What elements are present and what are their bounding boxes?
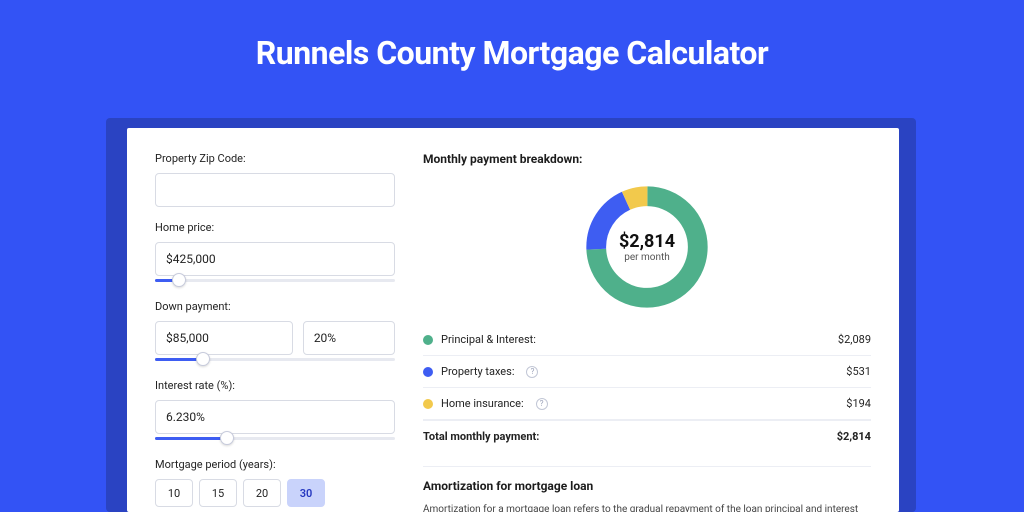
home-price-label: Home price: (155, 221, 395, 234)
breakdown-heading: Monthly payment breakdown: (423, 152, 871, 166)
zip-label: Property Zip Code: (155, 152, 395, 165)
donut-sub: per month (624, 252, 670, 263)
donut-wrap: $2,814 per month (423, 176, 871, 324)
period-label: Mortgage period (years): (155, 458, 395, 471)
donut-amount: $2,814 (619, 231, 675, 252)
amortization-section: Amortization for mortgage loan Amortizat… (423, 466, 871, 512)
legend-row-insurance: Home insurance: ? $194 (423, 388, 871, 420)
total-value: $2,814 (837, 430, 871, 443)
legend-row-total: Total monthly payment: $2,814 (423, 420, 871, 452)
slider-thumb[interactable] (172, 273, 186, 287)
slider-thumb[interactable] (196, 352, 210, 366)
swatch-icon (423, 367, 433, 377)
period-15-button[interactable]: 15 (199, 479, 237, 507)
legend-label: Home insurance: (441, 397, 524, 410)
period-20-button[interactable]: 20 (243, 479, 281, 507)
legend-row-taxes: Property taxes: ? $531 (423, 356, 871, 388)
info-icon[interactable]: ? (536, 398, 548, 410)
zip-input[interactable] (155, 173, 395, 207)
period-30-button[interactable]: 30 (287, 479, 325, 507)
amort-heading: Amortization for mortgage loan (423, 479, 871, 493)
period-field: Mortgage period (years): 10 15 20 30 (155, 458, 395, 507)
form-left: Property Zip Code: Home price: Down paym… (155, 152, 395, 512)
slider-thumb[interactable] (220, 431, 234, 445)
legend-row-principal: Principal & Interest: $2,089 (423, 324, 871, 356)
breakdown-right: Monthly payment breakdown: $2,814 per mo… (423, 152, 871, 512)
home-price-input[interactable] (155, 242, 395, 276)
swatch-icon (423, 335, 433, 345)
payment-donut-chart: $2,814 per month (580, 180, 714, 314)
zip-field: Property Zip Code: (155, 152, 395, 207)
legend-label: Property taxes: (441, 365, 514, 378)
down-payment-pct-input[interactable] (303, 321, 395, 355)
total-label: Total monthly payment: (423, 430, 539, 443)
legend-value: $531 (846, 365, 871, 378)
rate-slider[interactable] (155, 432, 395, 444)
amort-body: Amortization for a mortgage loan refers … (423, 503, 871, 512)
rate-input[interactable] (155, 400, 395, 434)
page-title: Runnels County Mortgage Calculator (0, 0, 1024, 72)
swatch-icon (423, 399, 433, 409)
down-payment-input[interactable] (155, 321, 293, 355)
legend-label: Principal & Interest: (441, 333, 536, 346)
info-icon[interactable]: ? (526, 366, 538, 378)
legend-value: $2,089 (838, 333, 871, 346)
down-payment-field: Down payment: (155, 300, 395, 365)
down-payment-label: Down payment: (155, 300, 395, 313)
calculator-panel: Property Zip Code: Home price: Down paym… (127, 128, 899, 512)
down-payment-slider[interactable] (155, 353, 395, 365)
home-price-slider[interactable] (155, 274, 395, 286)
rate-label: Interest rate (%): (155, 379, 395, 392)
home-price-field: Home price: (155, 221, 395, 286)
legend-value: $194 (846, 397, 871, 410)
rate-field: Interest rate (%): (155, 379, 395, 444)
legend: Principal & Interest: $2,089 Property ta… (423, 324, 871, 452)
period-10-button[interactable]: 10 (155, 479, 193, 507)
